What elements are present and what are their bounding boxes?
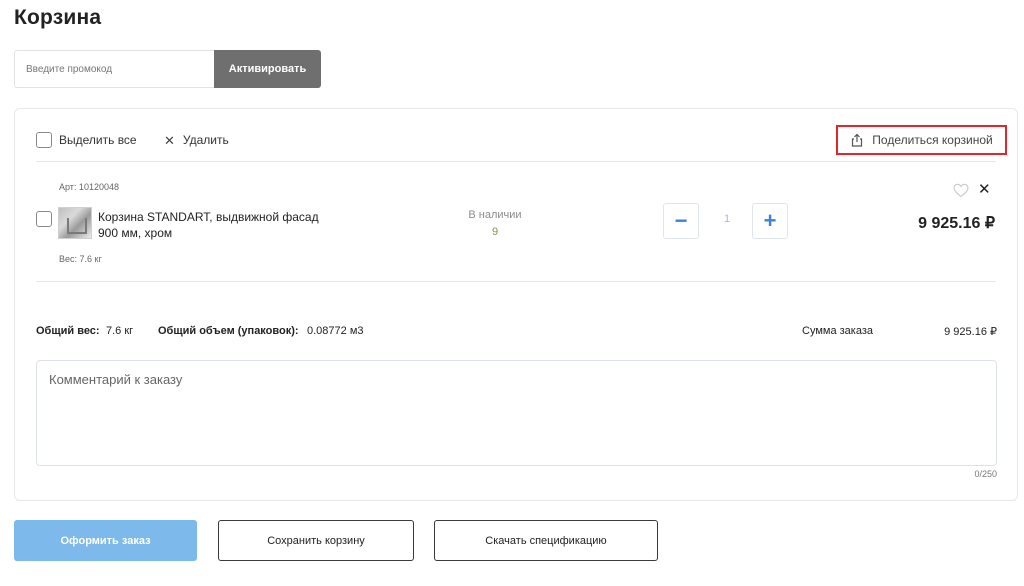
item-name-link[interactable]: Корзина STANDART, выдвижной фасад 900 мм… xyxy=(98,209,338,241)
total-volume-label: Общий объем (упаковок): xyxy=(158,325,299,337)
save-cart-button[interactable]: Сохранить корзину xyxy=(218,520,414,561)
delete-label: Удалить xyxy=(182,133,229,147)
total-weight-value: 7.6 кг xyxy=(106,325,134,337)
heart-outline-icon[interactable] xyxy=(953,183,969,198)
item-image[interactable] xyxy=(58,207,92,239)
stock-count: 9 xyxy=(491,226,499,238)
divider xyxy=(36,161,996,162)
comment-char-counter: 0/250 xyxy=(974,469,997,479)
promo-code-input[interactable] xyxy=(14,50,215,88)
stock-status: В наличии xyxy=(468,209,522,221)
page-title: Корзина xyxy=(14,6,102,29)
total-volume-value: 0.08772 м3 xyxy=(307,325,364,337)
share-cart-label: Поделиться корзиной xyxy=(872,133,993,147)
promo-code-form: Активировать xyxy=(14,50,321,88)
item-weight: Вес: 7.6 кг xyxy=(59,254,102,264)
quantity-increase-button[interactable]: + xyxy=(752,203,788,239)
delete-selected-button[interactable]: ✕ Удалить xyxy=(164,132,229,148)
divider xyxy=(36,281,996,282)
total-weight-label: Общий вес: xyxy=(36,325,100,337)
checkout-button[interactable]: Оформить заказ xyxy=(14,520,197,561)
quantity-decrease-button[interactable]: − xyxy=(663,203,699,239)
download-specification-button[interactable]: Скачать спецификацию xyxy=(434,520,658,561)
cart-panel: Выделить все ✕ Удалить Поделиться корзин… xyxy=(14,108,1018,501)
item-article: Арт: 10120048 xyxy=(59,182,119,192)
close-icon: ✕ xyxy=(164,132,175,148)
quantity-input[interactable] xyxy=(707,213,747,225)
share-cart-button[interactable]: Поделиться корзиной xyxy=(836,125,1007,155)
order-total-label: Сумма заказа xyxy=(802,325,873,337)
order-comment-field[interactable] xyxy=(36,360,997,466)
item-price: 9 925.16 ₽ xyxy=(918,215,995,232)
share-icon xyxy=(852,133,863,147)
order-total-value: 9 925.16 ₽ xyxy=(944,326,997,338)
item-checkbox[interactable] xyxy=(36,211,52,227)
remove-item-icon[interactable]: ✕ xyxy=(978,182,991,197)
select-all-checkbox[interactable] xyxy=(36,132,52,148)
select-all-label[interactable]: Выделить все xyxy=(59,133,137,147)
activate-promo-button[interactable]: Активировать xyxy=(214,50,321,88)
